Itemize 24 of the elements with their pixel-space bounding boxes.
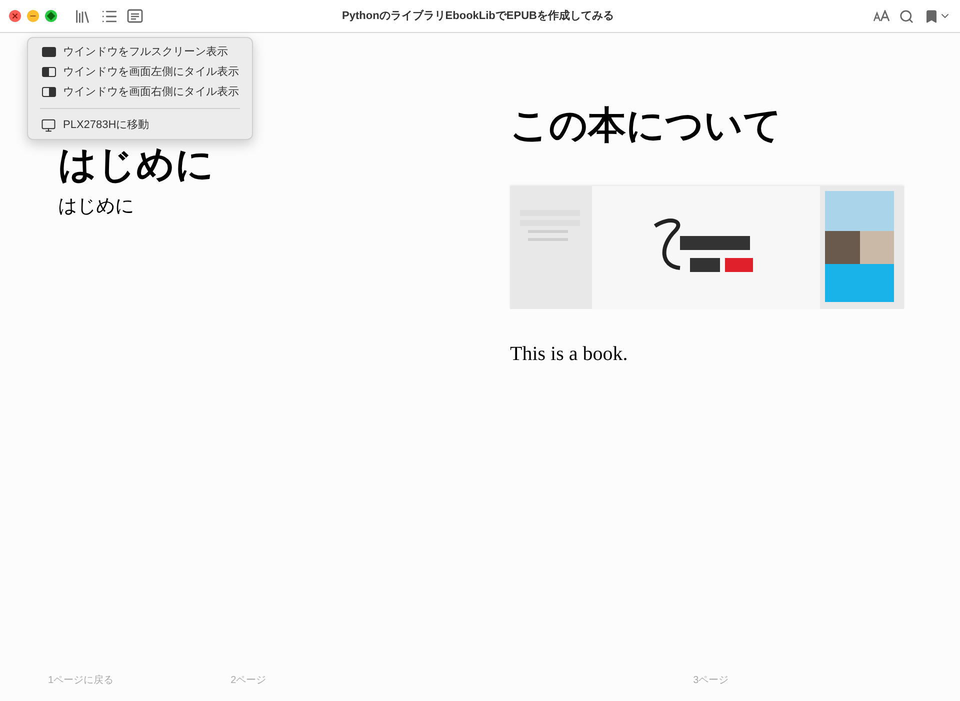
window-right-half-icon [42,87,56,97]
menu-item[interactable]: PLX2783Hに移動 [28,115,252,135]
font-size-icon[interactable] [873,10,891,22]
close-icon [11,12,19,20]
window-title: PythonのライブラリEbookLibでEPUBを作成してみる [342,8,614,24]
menu-item[interactable]: ウインドウを画面左側にタイル表示 [28,62,252,82]
search-icon[interactable] [899,8,914,24]
page-number: 2ページ [230,674,266,688]
chapter-heading: この本について [510,104,783,149]
zoom-button[interactable] [45,10,57,22]
notes-icon[interactable] [127,9,143,23]
window-left-half-icon [42,67,56,77]
page-text: はじめに [58,195,135,219]
library-icon[interactable] [74,8,91,24]
minimize-button[interactable] [27,10,39,22]
chapter-heading: はじめに [58,143,215,187]
monitor-icon [41,118,56,132]
close-button[interactable] [9,10,21,22]
page-text: This is a book. [510,342,629,367]
window-full-icon [42,47,56,57]
bookmark-icon[interactable] [924,8,939,24]
page-number: 3ページ [693,674,729,688]
menu-item[interactable]: ウインドウを画面右側にタイル表示 [28,82,252,102]
menu-item[interactable]: ウインドウをフルスクリーン表示 [28,42,252,62]
